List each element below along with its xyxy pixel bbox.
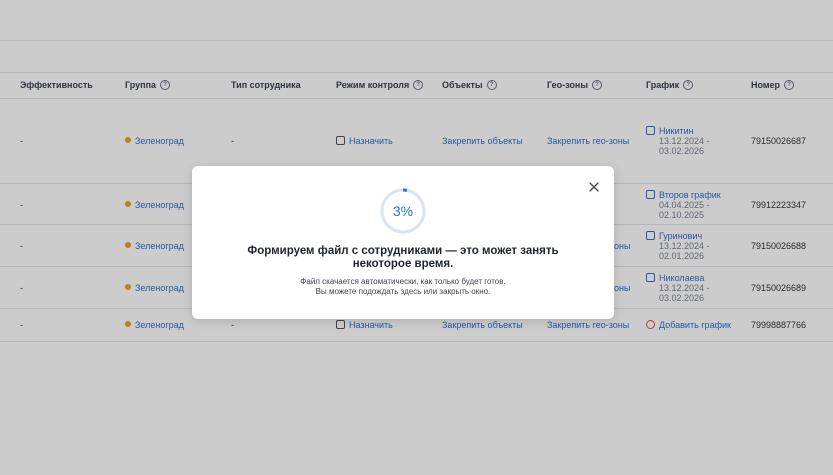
close-icon[interactable]	[588, 181, 600, 193]
dialog-title: Формируем файл с сотрудниками — это може…	[192, 245, 614, 271]
progress-percent: 3%	[392, 203, 414, 219]
dialog-subtitle-line: Вы можете подождать здесь или закрыть ок…	[315, 287, 491, 296]
dialog-title-line: некоторое время.	[352, 258, 454, 270]
dialog-title-line: Формируем файл с сотрудниками — это може…	[247, 245, 559, 257]
export-progress-dialog: 3% Формируем файл с сотрудниками — это м…	[192, 166, 614, 319]
dialog-subtitle-line: Файл скачается автоматически, как только…	[300, 277, 506, 286]
progress-ring: 3%	[379, 187, 427, 235]
dialog-subtitle: Файл скачается автоматически, как только…	[192, 277, 614, 297]
